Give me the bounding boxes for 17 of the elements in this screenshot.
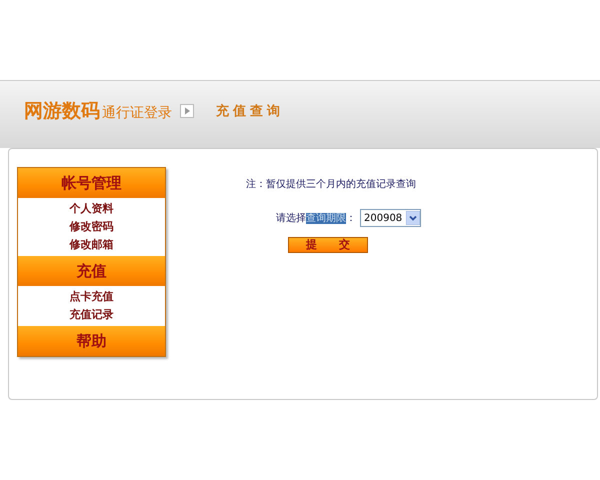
menu-item[interactable]: 点卡充值	[70, 288, 114, 306]
brand-subtitle: 通行证登录	[102, 104, 172, 122]
menu-section-title[interactable]: 充值	[18, 256, 165, 286]
submit-button[interactable]: 提 交	[288, 237, 368, 253]
notice-text: 注：暂仅提供三个月内的充值记录查询	[246, 178, 417, 191]
menu-item[interactable]: 充值记录	[70, 306, 114, 324]
menu-item[interactable]: 个人资料	[70, 200, 114, 218]
menu-section-title[interactable]: 帐号管理	[18, 168, 165, 198]
period-label: 请选择查询期限：	[276, 212, 356, 225]
brand-name: 网游数码	[24, 98, 100, 124]
page-title: 充值查询	[216, 102, 284, 120]
menu-item[interactable]: 修改密码	[70, 218, 114, 236]
dropdown-icon	[406, 211, 420, 225]
menu-section-title[interactable]: 帮助	[18, 326, 165, 356]
period-select[interactable]: 200908	[360, 209, 422, 227]
menu-item[interactable]: 修改邮箱	[70, 236, 114, 254]
play-icon	[180, 104, 194, 118]
